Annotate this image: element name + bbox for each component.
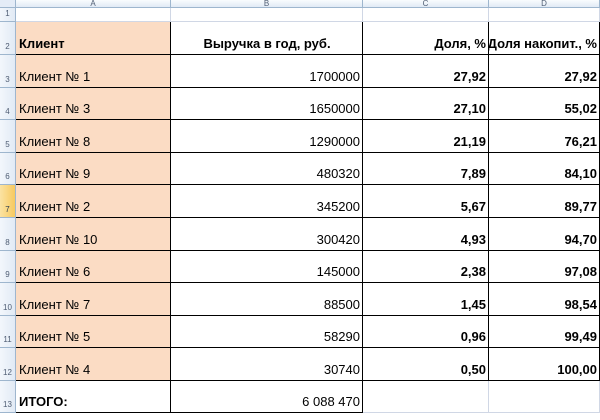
cell-cumulative[interactable]: 55,02 <box>489 88 600 120</box>
cell-client[interactable]: Клиент № 1 <box>16 55 171 88</box>
row-header-5[interactable]: 5 <box>0 120 16 153</box>
cell-cumulative[interactable]: 98,54 <box>489 283 600 316</box>
row-header-6[interactable]: 6 <box>0 153 16 185</box>
row-header-9[interactable]: 9 <box>0 251 16 283</box>
empty-cell[interactable] <box>363 8 489 22</box>
empty-cell[interactable] <box>489 8 600 22</box>
cell-cumulative[interactable]: 27,92 <box>489 55 600 88</box>
cell-client[interactable]: Клиент № 9 <box>16 153 171 185</box>
cell-share[interactable]: 0,50 <box>363 348 489 381</box>
cell-client[interactable]: Клиент № 7 <box>16 283 171 316</box>
cell-share[interactable]: 27,10 <box>363 88 489 120</box>
total-label[interactable]: ИТОГО: <box>16 381 171 413</box>
cell-client[interactable]: Клиент № 5 <box>16 316 171 348</box>
select-all-corner[interactable] <box>0 0 16 8</box>
cell-cumulative[interactable]: 76,21 <box>489 120 600 153</box>
header-client[interactable]: Клиент <box>16 22 171 55</box>
cell-cumulative[interactable]: 84,10 <box>489 153 600 185</box>
cell-revenue[interactable]: 1650000 <box>171 88 363 120</box>
cell-client[interactable]: Клиент № 2 <box>16 185 171 218</box>
empty-cell[interactable] <box>171 8 363 22</box>
cell-revenue[interactable]: 300420 <box>171 218 363 251</box>
cell-share[interactable]: 5,67 <box>363 185 489 218</box>
cell-share[interactable]: 7,89 <box>363 153 489 185</box>
column-header-d[interactable]: D <box>489 0 600 8</box>
header-revenue[interactable]: Выручка в год, руб. <box>171 22 363 55</box>
row-header-1[interactable]: 1 <box>0 8 16 22</box>
cell-client[interactable]: Клиент № 3 <box>16 88 171 120</box>
cell-revenue[interactable]: 1700000 <box>171 55 363 88</box>
column-header-c[interactable]: C <box>363 0 489 8</box>
cell-share[interactable]: 1,45 <box>363 283 489 316</box>
cell-cumulative[interactable]: 89,77 <box>489 185 600 218</box>
row-header-12[interactable]: 12 <box>0 348 16 381</box>
cell-cumulative[interactable]: 100,00 <box>489 348 600 381</box>
cell-share[interactable]: 2,38 <box>363 251 489 283</box>
cell-client[interactable]: Клиент № 6 <box>16 251 171 283</box>
cell-revenue[interactable]: 145000 <box>171 251 363 283</box>
cell-client[interactable]: Клиент № 10 <box>16 218 171 251</box>
total-revenue[interactable]: 6 088 470 <box>171 381 363 413</box>
header-cumulative[interactable]: Доля накопит., % <box>489 22 600 55</box>
row-header-10[interactable]: 10 <box>0 283 16 316</box>
cell-cumulative[interactable]: 97,08 <box>489 251 600 283</box>
empty-cell[interactable] <box>16 8 171 22</box>
cell-revenue[interactable]: 1290000 <box>171 120 363 153</box>
row-header-11[interactable]: 11 <box>0 316 16 348</box>
empty-cell[interactable] <box>489 381 600 413</box>
cell-share[interactable]: 0,96 <box>363 316 489 348</box>
cell-share[interactable]: 4,93 <box>363 218 489 251</box>
cell-cumulative[interactable]: 99,49 <box>489 316 600 348</box>
cell-revenue[interactable]: 480320 <box>171 153 363 185</box>
cell-revenue[interactable]: 345200 <box>171 185 363 218</box>
empty-cell[interactable] <box>363 381 489 413</box>
row-header-2[interactable]: 2 <box>0 22 16 55</box>
cell-client[interactable]: Клиент № 4 <box>16 348 171 381</box>
cell-revenue[interactable]: 30740 <box>171 348 363 381</box>
row-header-3[interactable]: 3 <box>0 55 16 88</box>
cell-client[interactable]: Клиент № 8 <box>16 120 171 153</box>
cell-revenue[interactable]: 88500 <box>171 283 363 316</box>
spreadsheet-grid[interactable]: A B C D 1 2 Клиент Выручка в год, руб. Доля, % До… <box>0 0 600 420</box>
row-header-13[interactable]: 13 <box>0 381 16 413</box>
cell-revenue[interactable]: 58290 <box>171 316 363 348</box>
row-header-4[interactable]: 4 <box>0 88 16 120</box>
cell-cumulative[interactable]: 94,70 <box>489 218 600 251</box>
header-share[interactable]: Доля, % <box>363 22 489 55</box>
cell-share[interactable]: 27,92 <box>363 55 489 88</box>
cell-share[interactable]: 21,19 <box>363 120 489 153</box>
row-header-8[interactable]: 8 <box>0 218 16 251</box>
column-header-a[interactable]: A <box>16 0 171 8</box>
column-header-b[interactable]: B <box>171 0 363 8</box>
row-header-7[interactable]: 7 <box>0 185 16 218</box>
